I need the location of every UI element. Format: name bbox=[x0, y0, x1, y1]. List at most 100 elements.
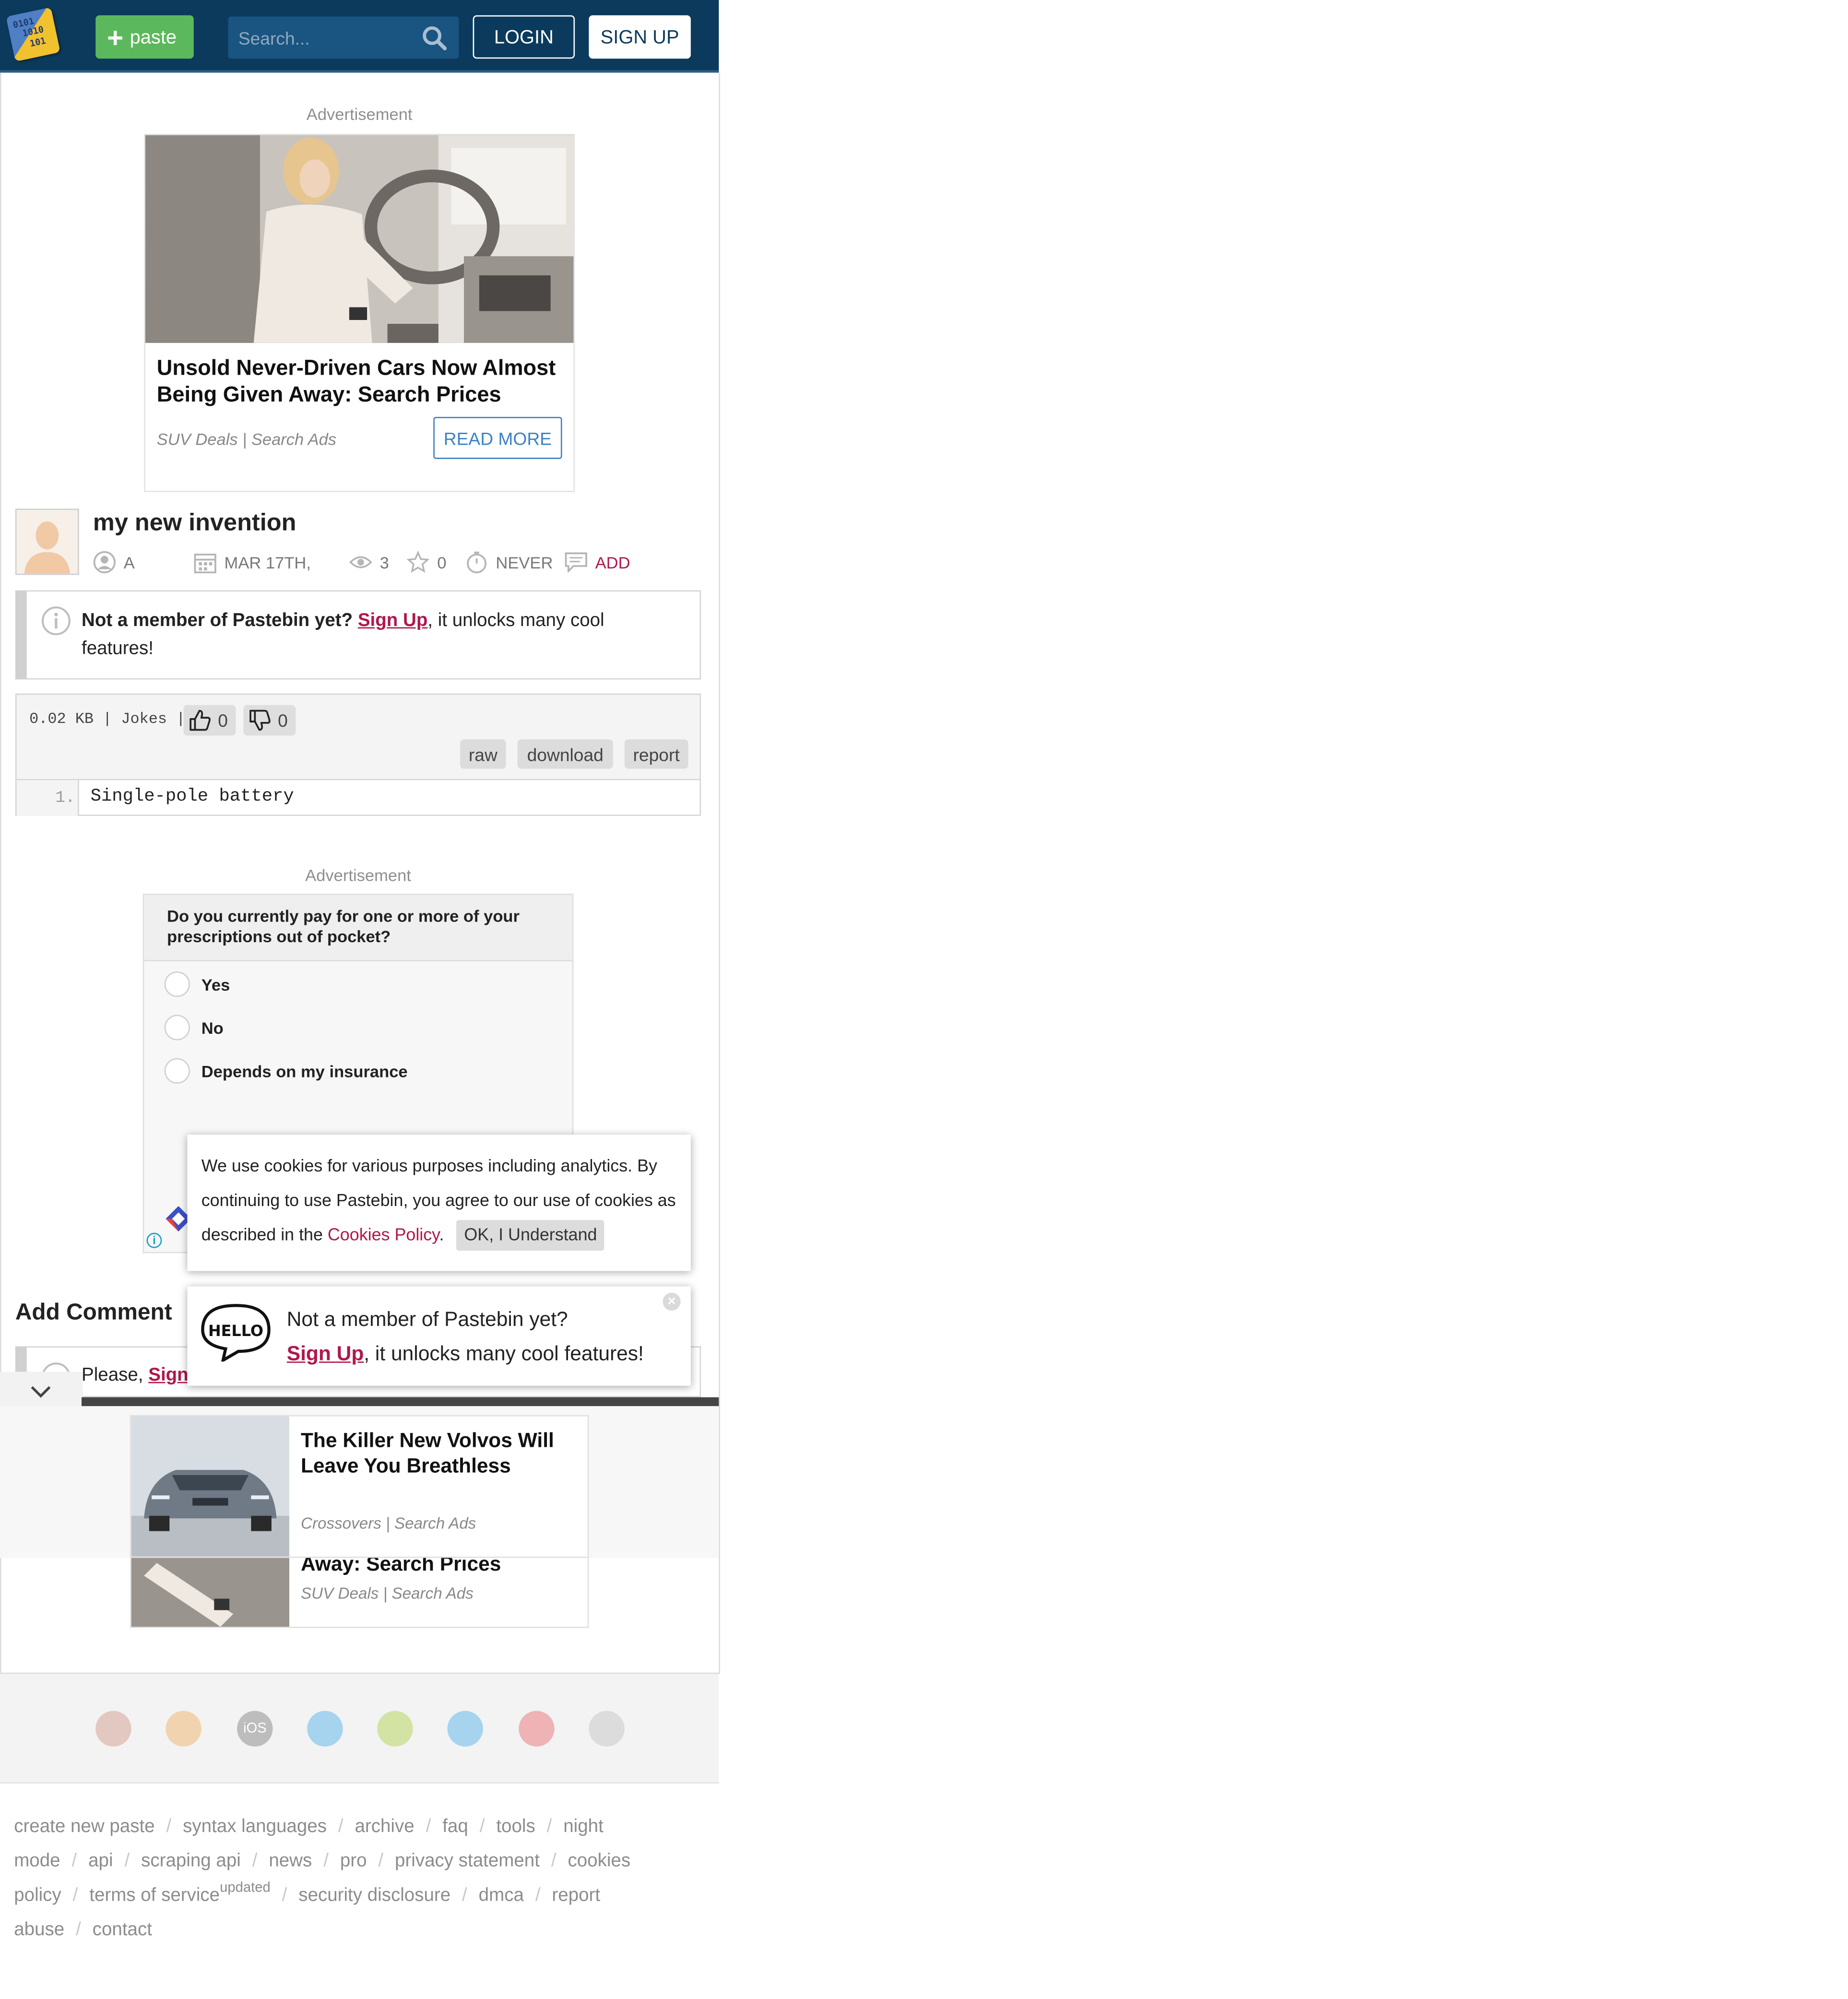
expiry-text: NEVER bbox=[496, 553, 553, 572]
poll-option-no[interactable]: No bbox=[164, 1014, 224, 1041]
promo-line1: Not a member of Pastebin yet? bbox=[286, 1309, 568, 1331]
cookies-policy-link[interactable]: Cookies Policy bbox=[328, 1225, 439, 1244]
footer-separator: / bbox=[535, 1885, 541, 1906]
top-header: 0101 1010 101 + paste LOGIN SIGN UP bbox=[0, 0, 719, 73]
footer-link[interactable]: privacy statement bbox=[395, 1851, 540, 1872]
linux-icon[interactable] bbox=[589, 1711, 625, 1747]
footer-separator: / bbox=[462, 1885, 467, 1906]
cookie-message-end: . bbox=[439, 1225, 444, 1244]
info-icon bbox=[42, 606, 71, 636]
footer-link[interactable]: syntax languages bbox=[183, 1817, 327, 1837]
mac-icon[interactable] bbox=[447, 1711, 483, 1747]
poll-option-yes[interactable]: Yes bbox=[164, 970, 230, 998]
sticky-ad-banner: The Killer New Volvos Will Leave You Bre… bbox=[0, 1406, 719, 1558]
star-icon bbox=[406, 551, 430, 573]
footer-separator: / bbox=[124, 1851, 130, 1872]
radio-button[interactable] bbox=[164, 971, 190, 997]
search-box bbox=[228, 16, 459, 59]
signup-link[interactable]: Sign Up bbox=[358, 611, 428, 631]
ios-icon[interactable]: iOS bbox=[237, 1711, 273, 1747]
ad-source: SUV Deals | Search Ads bbox=[156, 429, 337, 449]
firefox-icon[interactable] bbox=[166, 1711, 201, 1747]
radio-button[interactable] bbox=[164, 1058, 190, 1084]
android-icon[interactable] bbox=[377, 1711, 413, 1747]
report-button[interactable]: report bbox=[624, 739, 688, 769]
paste-author[interactable]: A bbox=[93, 549, 135, 575]
ad-card-volvo[interactable]: The Killer New Volvos Will Leave You Bre… bbox=[130, 1415, 589, 1558]
paste-code-box: 0.02 KB | Jokes | 0 0 raw download repor… bbox=[15, 693, 701, 816]
member-notice-bold: Not a member of Pastebin yet? bbox=[82, 610, 353, 631]
paste-stats: 0.02 KB | Jokes | bbox=[29, 710, 186, 728]
chrome-icon[interactable] bbox=[95, 1711, 131, 1747]
poll-option-label[interactable]: Depends on my insurance bbox=[201, 1061, 408, 1080]
ad-title[interactable]: The Killer New Volvos Will Leave You Bre… bbox=[301, 1429, 556, 1480]
page: 0101 1010 101 + paste LOGIN SIGN UP Adve… bbox=[0, 0, 1848, 1999]
footer-link[interactable]: faq bbox=[442, 1817, 468, 1837]
comment-icon bbox=[565, 552, 587, 573]
poll-option-label[interactable]: Yes bbox=[201, 975, 230, 994]
user-avatar-icon bbox=[16, 510, 78, 574]
footer-link[interactable]: tools bbox=[496, 1817, 535, 1837]
new-paste-button[interactable]: + paste bbox=[95, 15, 194, 59]
add-comment-label[interactable]: ADD bbox=[595, 553, 630, 572]
ad-image[interactable] bbox=[131, 1416, 290, 1557]
poll-question: Do you currently pay for one or more of … bbox=[167, 906, 520, 946]
stars-count: 0 bbox=[437, 553, 447, 572]
footer-link[interactable]: archive bbox=[355, 1817, 414, 1837]
footer-separator: / bbox=[338, 1816, 344, 1837]
pastebin-logo[interactable]: 0101 1010 101 bbox=[6, 7, 60, 62]
search-input[interactable] bbox=[228, 16, 413, 59]
comment-signin-link[interactable]: Sign bbox=[148, 1365, 188, 1386]
footer-link[interactable]: api bbox=[88, 1851, 113, 1872]
login-button[interactable]: LOGIN bbox=[473, 15, 575, 59]
like-button[interactable]: 0 bbox=[183, 705, 236, 736]
poll-option-label[interactable]: No bbox=[201, 1018, 224, 1037]
raw-button[interactable]: raw bbox=[460, 739, 506, 769]
ad-card-cars[interactable]: Unsold Never-Driven Cars Now Almost Bein… bbox=[144, 134, 575, 492]
read-more-button[interactable]: READ MORE bbox=[433, 417, 562, 459]
footer-separator: / bbox=[72, 1885, 78, 1906]
cookie-accept-button[interactable]: OK, I Understand bbox=[456, 1220, 605, 1251]
signup-button[interactable]: SIGN UP bbox=[589, 15, 691, 59]
footer-link[interactable]: contact bbox=[93, 1920, 152, 1940]
footer-separator: / bbox=[479, 1816, 485, 1837]
paste-stars[interactable]: 0 bbox=[406, 549, 446, 575]
footer-link[interactable]: scraping api bbox=[141, 1851, 241, 1872]
footer-link[interactable]: create new paste bbox=[14, 1817, 154, 1837]
ad-image[interactable] bbox=[145, 135, 574, 343]
footer-link[interactable]: terms of service bbox=[89, 1885, 220, 1906]
timer-icon bbox=[467, 551, 487, 574]
footer-separator: / bbox=[166, 1816, 172, 1837]
paste-views: 3 bbox=[349, 549, 389, 575]
close-icon[interactable]: × bbox=[663, 1292, 681, 1311]
add-comment-heading: Add Comment bbox=[15, 1299, 172, 1325]
promo-signup-link[interactable]: Sign Up bbox=[287, 1344, 364, 1365]
date-text: MAR 17TH, bbox=[224, 553, 311, 572]
dislike-count: 0 bbox=[278, 710, 288, 731]
hello-speech-bubble-icon: HELLO bbox=[201, 1304, 271, 1362]
add-comment-link[interactable]: ADD bbox=[565, 549, 630, 575]
comment-prompt-text: Please, bbox=[82, 1365, 149, 1386]
search-icon[interactable] bbox=[422, 25, 447, 51]
windows-icon[interactable] bbox=[307, 1711, 343, 1747]
adchoices-icon[interactable]: i bbox=[146, 1232, 162, 1248]
poll-option-depends[interactable]: Depends on my insurance bbox=[164, 1057, 408, 1085]
footer-separator: / bbox=[378, 1851, 384, 1872]
footer-link[interactable]: dmca bbox=[479, 1885, 524, 1906]
avatar[interactable] bbox=[15, 509, 79, 575]
download-button[interactable]: download bbox=[517, 739, 613, 769]
radio-button[interactable] bbox=[164, 1015, 190, 1041]
like-count: 0 bbox=[218, 710, 228, 731]
dislike-button[interactable]: 0 bbox=[243, 705, 296, 736]
author-name[interactable]: A bbox=[124, 553, 135, 572]
footer-separator: / bbox=[546, 1816, 552, 1837]
calendar-icon bbox=[194, 554, 216, 574]
opera-icon[interactable] bbox=[519, 1711, 555, 1747]
ad-title[interactable]: Unsold Never-Driven Cars Now Almost Bein… bbox=[157, 355, 565, 408]
eye-icon bbox=[349, 556, 372, 568]
footer-link[interactable]: pro bbox=[340, 1851, 367, 1872]
footer-link[interactable]: security disclosure bbox=[298, 1885, 450, 1906]
footer-link[interactable]: news bbox=[269, 1851, 312, 1872]
footer-links: create new paste / syntax languages / archiv… bbox=[14, 1810, 702, 1948]
thumbs-down-icon bbox=[249, 710, 271, 731]
